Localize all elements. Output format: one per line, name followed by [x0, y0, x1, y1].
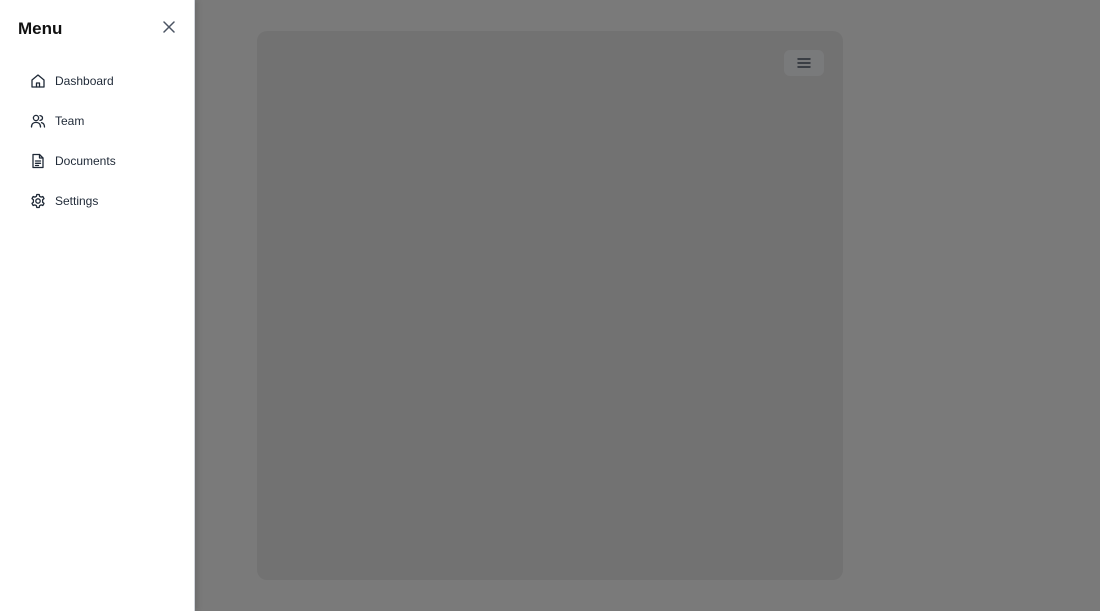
- nav-item-settings[interactable]: Settings: [18, 181, 178, 221]
- nav-item-dashboard[interactable]: Dashboard: [18, 61, 178, 101]
- users-icon: [30, 113, 46, 129]
- nav-item-label: Documents: [55, 154, 116, 168]
- nav-item-team[interactable]: Team: [18, 101, 178, 141]
- drawer-nav: Dashboard Team Documents Settings: [18, 61, 178, 221]
- home-icon: [30, 73, 46, 89]
- drawer-header: Menu: [0, 0, 194, 58]
- side-drawer: Menu Dashboard Team Documents Settings: [0, 0, 195, 611]
- gear-icon: [30, 193, 46, 209]
- close-button[interactable]: [159, 19, 179, 39]
- drawer-title: Menu: [18, 19, 63, 38]
- nav-item-label: Settings: [55, 194, 99, 208]
- nav-item-documents[interactable]: Documents: [18, 141, 178, 181]
- document-icon: [30, 153, 46, 169]
- nav-item-label: Team: [55, 114, 85, 128]
- nav-item-label: Dashboard: [55, 74, 114, 88]
- close-icon: [163, 20, 175, 38]
